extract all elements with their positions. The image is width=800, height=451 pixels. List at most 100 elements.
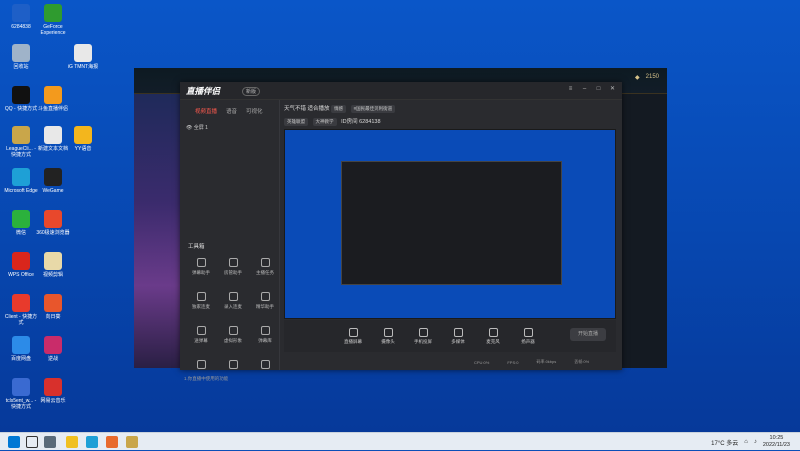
desktop-icon-label: LeagueCli... - 快捷方式 [6, 146, 36, 158]
source-control[interactable]: 摄像头 [377, 327, 399, 345]
desktop-icon[interactable]: 斗鱼直播伴侣 [36, 86, 70, 112]
tool-item[interactable]: 弹幕库 [248, 326, 282, 344]
start-live-button[interactable]: 开始直播 [570, 328, 606, 341]
preview-canvas[interactable] [284, 129, 616, 319]
tool-label: 独家连麦 [192, 304, 210, 309]
tag-2[interactable]: #国民最佳贝利街道 [350, 105, 396, 113]
scene-item[interactable]: 👁 全屏 1 [186, 124, 208, 131]
status-drop: 丢帧:0% [574, 359, 590, 364]
tool-icon [228, 258, 238, 267]
tool-item[interactable] [184, 360, 218, 372]
desktop-icon-label: 360极速浏览器 [36, 230, 70, 236]
edge-icon[interactable] [86, 436, 98, 448]
tag-1[interactable]: 情感 [331, 105, 347, 113]
desktop-icon[interactable]: LeagueCli... - 快捷方式 [4, 126, 38, 158]
desktop-icon-label: 视频剪辑 [42, 272, 63, 278]
room-id: 6284138 [359, 119, 381, 125]
app-icon [44, 168, 62, 186]
menu-icon[interactable]: ≡ [567, 86, 574, 93]
desktop-icon-label: 新建文本文档 [37, 146, 68, 152]
currency-label: 2150 [645, 74, 659, 80]
taskbar: 17°C 多云 ⌂ ♪ 10:25 2022/11/23 [0, 432, 800, 450]
tool-item[interactable]: 弹幕助手 [184, 258, 218, 276]
source-control[interactable]: 扬声器 [517, 327, 539, 345]
desktop-icon[interactable]: 360极速浏览器 [36, 210, 70, 236]
start-icon[interactable] [8, 436, 20, 448]
volume-icon[interactable]: ♪ [754, 439, 757, 445]
source-label: 麦克风 [486, 338, 500, 344]
stream-app-taskbar-icon[interactable] [106, 436, 118, 448]
tool-item[interactable] [248, 360, 282, 372]
tab-visual[interactable]: 可视化 [246, 107, 263, 115]
status-bar: CPU:0% FPS:0 码率:0kbps 丢帧:0% [284, 356, 616, 368]
maximize-icon[interactable]: □ [595, 86, 602, 93]
source-icon [488, 327, 498, 337]
desktop-icon[interactable]: 6284838 [4, 4, 38, 30]
category-tag-2[interactable]: 大神教学 [312, 118, 337, 126]
desktop-icon[interactable]: 百度网盘 [4, 336, 38, 362]
app-icon [12, 378, 30, 396]
eye-icon[interactable]: 👁 [186, 125, 192, 131]
desktop-icon-label: 逆战 [47, 356, 58, 362]
tool-item[interactable]: 送弹幕 [184, 326, 218, 344]
status-fps: FPS:0 [507, 359, 519, 365]
tab-video-live[interactable]: 视频直播 [195, 107, 217, 115]
desktop-icon[interactable]: YY语音 [66, 126, 100, 152]
minimize-icon[interactable]: – [581, 86, 588, 93]
league-taskbar-icon[interactable] [126, 436, 138, 448]
source-control[interactable]: 麦克风 [482, 327, 504, 345]
desktop-icon[interactable]: 微信 [4, 210, 38, 236]
source-control[interactable]: 多媒体 [447, 327, 469, 345]
desktop-icon[interactable]: Microsoft Edge [4, 168, 38, 194]
desktop-icon[interactable]: QQ - 快捷方式 [4, 86, 38, 112]
tool-label: 精华助手 [256, 304, 274, 309]
desktop-icon-label: Client - 快捷方式 [4, 314, 38, 326]
network-icon[interactable]: ⌂ [744, 439, 748, 445]
desktop-icon[interactable]: 新建文本文档 [36, 126, 70, 152]
clock[interactable]: 10:25 2022/11/23 [763, 435, 790, 449]
desktop-icon[interactable]: GeForce Experience [36, 4, 70, 36]
file-explorer-icon[interactable] [66, 436, 78, 448]
tool-label: 录入连麦 [224, 304, 242, 309]
tool-item[interactable]: 独家连麦 [184, 292, 218, 310]
weather-text[interactable]: 17°C 多云 [711, 438, 738, 447]
tool-item[interactable]: 房管助手 [216, 258, 250, 276]
desktop-icon[interactable]: WPS Office [4, 252, 38, 278]
desktop-icon[interactable]: 网易云音乐 [36, 378, 70, 404]
task-view-icon[interactable] [44, 436, 56, 448]
scene-label: 全屏 1 [193, 125, 208, 131]
app-icon [74, 44, 92, 62]
source-control[interactable]: 直播屏幕 [342, 327, 364, 345]
tool-item[interactable]: 录入连麦 [216, 292, 250, 310]
tab-voice[interactable]: 语音 [226, 107, 237, 115]
desktop-icon[interactable]: iG TMNT海报 [66, 44, 100, 70]
tool-icon [196, 326, 206, 335]
desktop-icon-label: iG TMNT海报 [67, 64, 99, 70]
tool-item[interactable] [216, 360, 250, 372]
tool-item[interactable]: 精华助手 [248, 292, 282, 310]
coin-icon: ◆ [635, 75, 640, 81]
category-tag[interactable]: 英雄联盟 [284, 118, 308, 126]
app-icon [12, 294, 30, 312]
desktop-icon[interactable]: WeGame [36, 168, 70, 194]
tool-icon [260, 360, 270, 369]
source-control[interactable]: 手机投屏 [412, 327, 434, 345]
desktop-icon[interactable]: tcls5ent_w... - 快捷方式 [4, 378, 38, 410]
version-badge[interactable]: 新版 [242, 87, 261, 96]
desktop-icon[interactable]: Client - 快捷方式 [4, 294, 38, 326]
stream-title[interactable]: 天气不错 适合播放 [284, 106, 330, 112]
desktop-icon[interactable]: 回收站 [4, 44, 38, 70]
search-icon[interactable] [26, 436, 38, 448]
app-icon [44, 126, 62, 144]
close-icon[interactable]: ✕ [609, 86, 616, 93]
source-controls: 直播屏幕 摄像头 手机投屏 多媒体 麦克风 扬声器 [284, 320, 616, 352]
tool-icon [196, 360, 206, 369]
desktop-icon[interactable]: 向日葵 [36, 294, 70, 320]
tool-item[interactable]: 主播任务 [248, 258, 282, 276]
app-icon [12, 252, 30, 270]
desktop-icon[interactable]: 逆战 [36, 336, 70, 362]
desktop-icon[interactable]: 视频剪辑 [36, 252, 70, 278]
tool-item[interactable]: 虚拟形象 [216, 326, 250, 344]
status-bitrate: 码率:0kbps [536, 359, 557, 364]
stream-app-window: 直播伴侣 新版 ≡ – □ ✕ 视频直播 语音 可视化 👁 全屏 1 工具箱 弹… [180, 82, 622, 381]
